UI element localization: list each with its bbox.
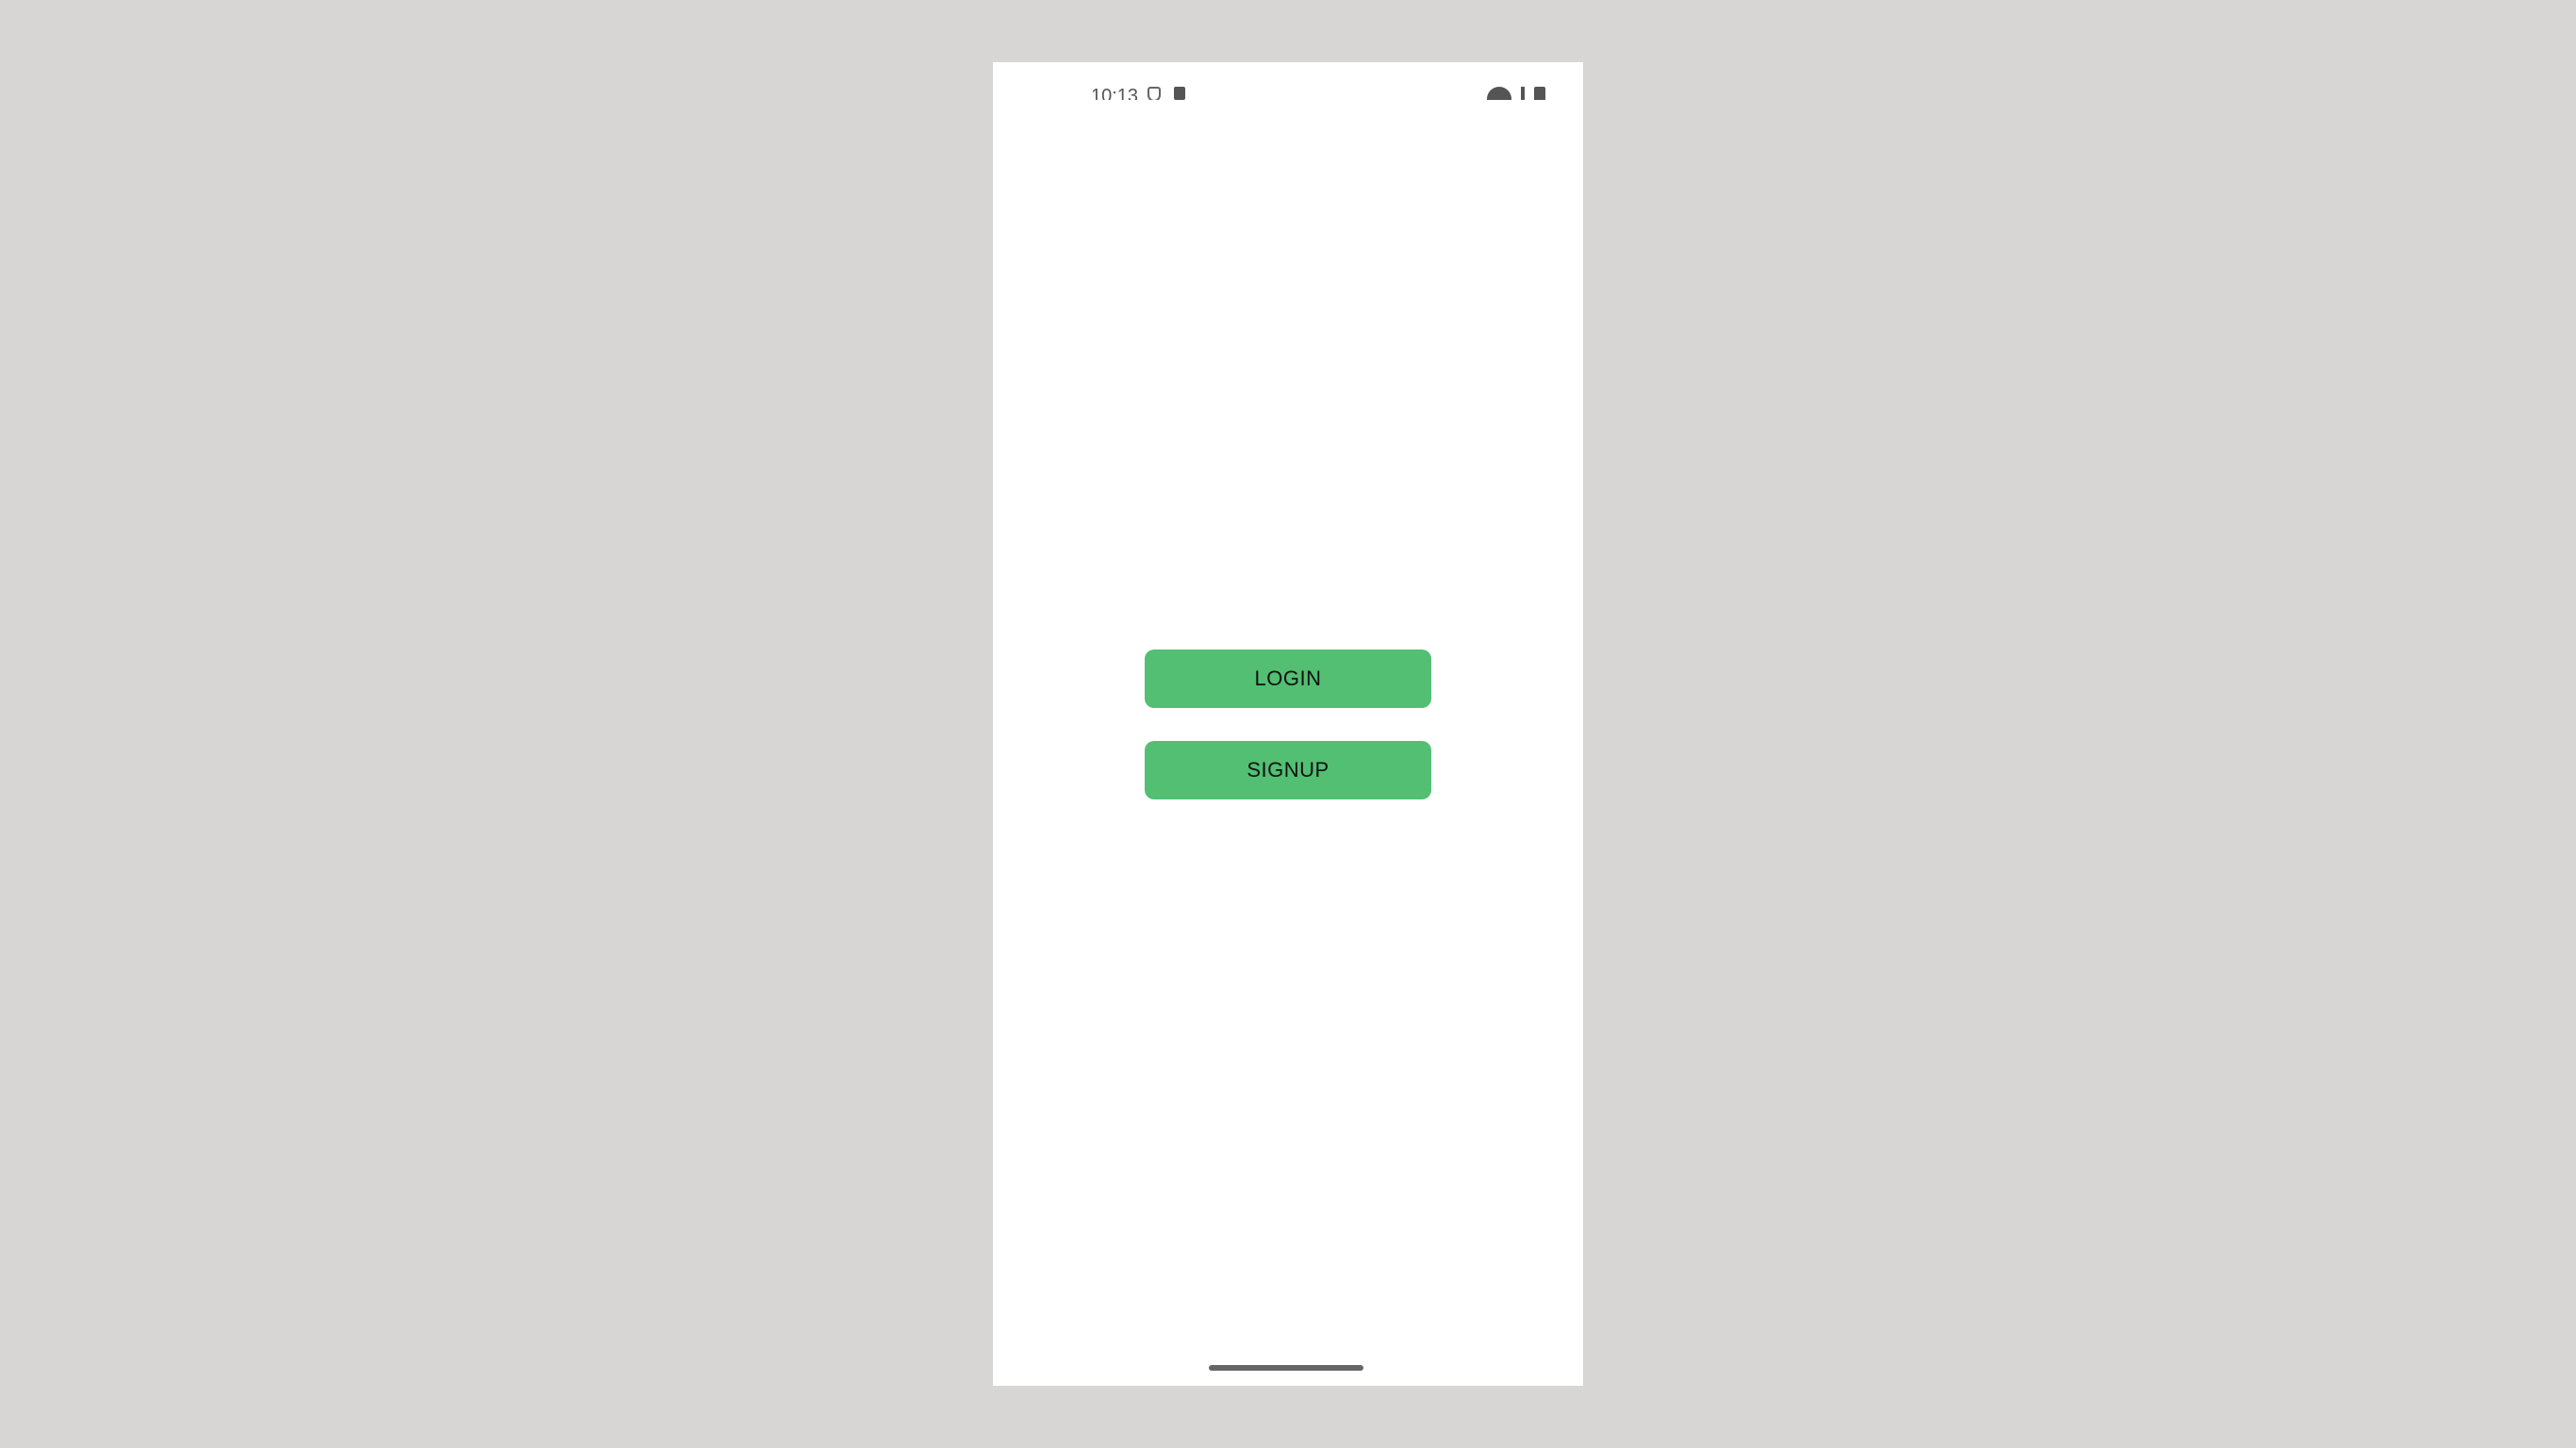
battery-icon xyxy=(1534,87,1545,100)
home-indicator[interactable] xyxy=(1209,1365,1363,1371)
signal-icon xyxy=(1521,87,1525,100)
status-time: 10:13 xyxy=(1091,86,1139,100)
login-button[interactable]: LOGIN xyxy=(1145,650,1431,708)
phone-screen: 10:13 LOGIN SIGNUP xyxy=(993,62,1583,1386)
status-left-icons xyxy=(1148,87,1185,100)
status-bar: 10:13 xyxy=(993,62,1583,100)
status-right-icons xyxy=(1487,87,1545,100)
shield-icon xyxy=(1148,87,1161,100)
wifi-icon xyxy=(1487,87,1511,100)
signup-button[interactable]: SIGNUP xyxy=(1145,741,1431,799)
notification-square-icon xyxy=(1174,87,1185,100)
